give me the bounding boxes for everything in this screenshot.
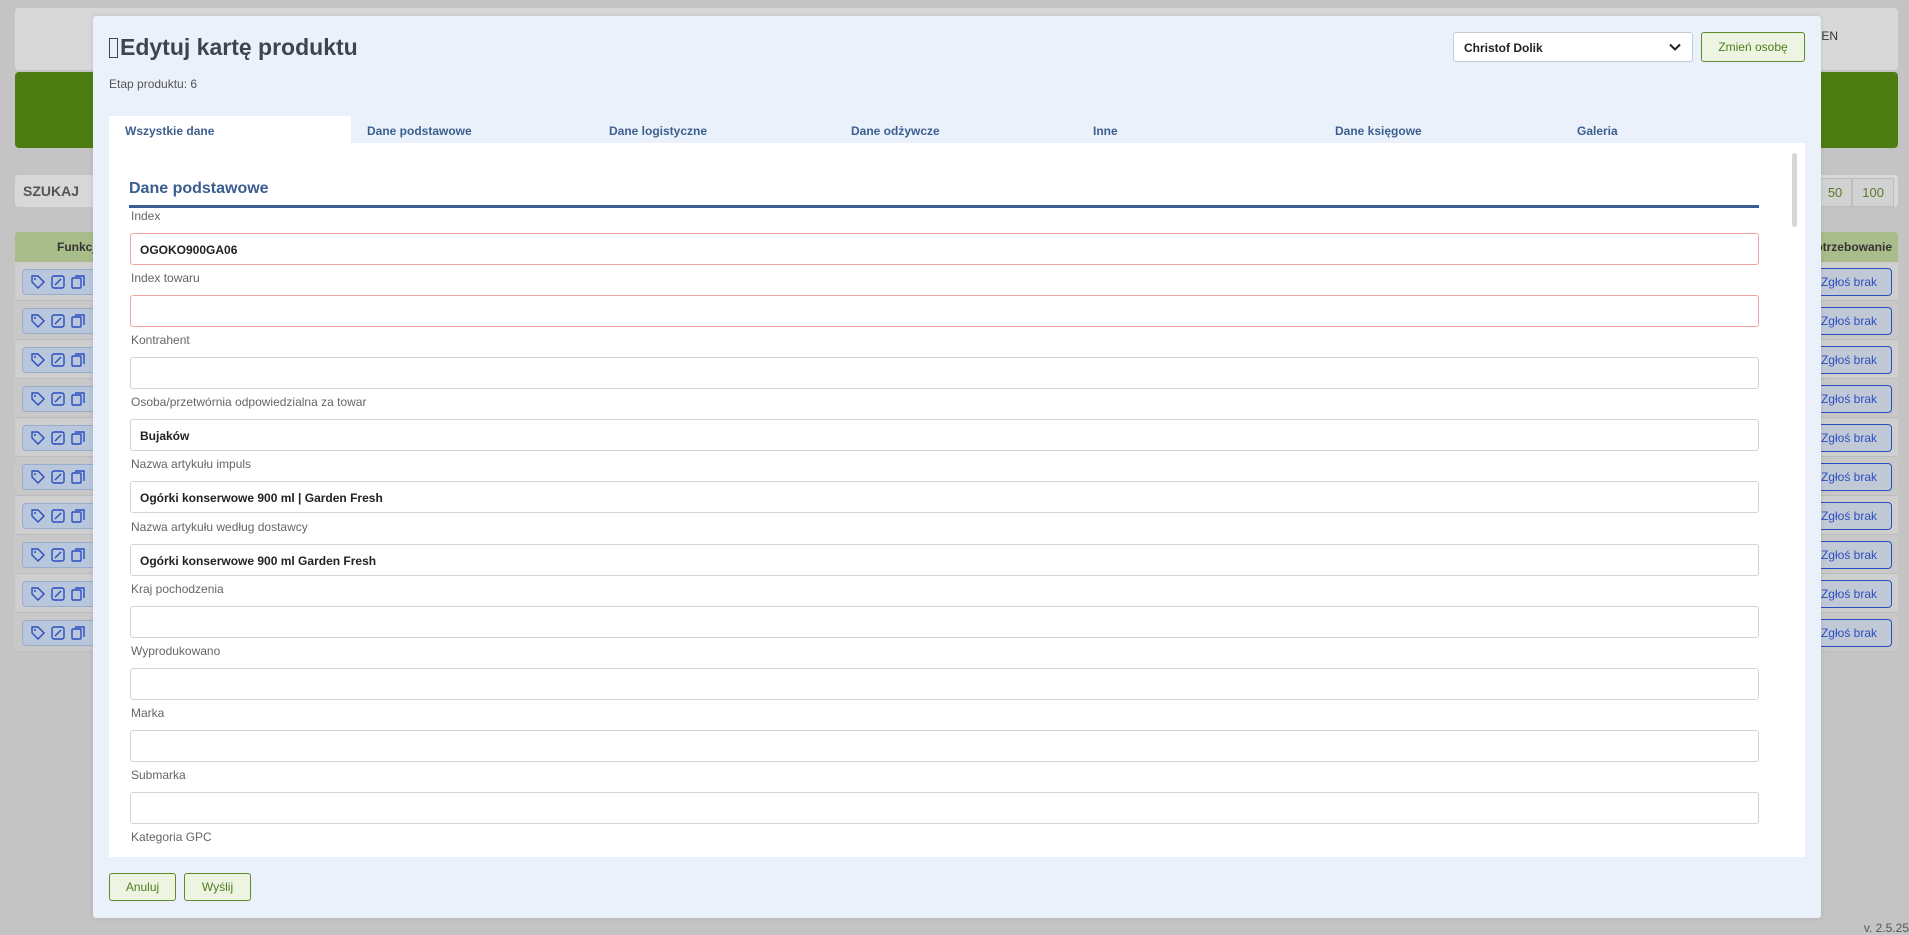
row-actions xyxy=(22,464,102,490)
edit-icon[interactable] xyxy=(51,275,65,289)
tag-icon[interactable] xyxy=(31,314,45,328)
tag-icon[interactable] xyxy=(31,470,45,484)
copy-icon[interactable] xyxy=(71,275,85,289)
field-label: Nazwa artykułu impuls xyxy=(131,457,252,471)
section-divider xyxy=(129,205,1759,208)
field-label: Wyprodukowano xyxy=(131,644,221,658)
scrollbar[interactable] xyxy=(1792,153,1797,227)
tag-icon[interactable] xyxy=(31,353,45,367)
row-actions xyxy=(22,542,102,568)
copy-icon[interactable] xyxy=(71,626,85,640)
row-actions xyxy=(22,386,102,412)
page-size-50[interactable]: 50 xyxy=(1817,178,1853,207)
field-label: Kategoria GPC xyxy=(131,830,212,844)
section-title: Dane podstawowe xyxy=(129,180,269,197)
edit-icon[interactable] xyxy=(51,314,65,328)
field-input[interactable] xyxy=(130,792,1759,824)
field-input[interactable]: Ogórki konserwowe 900 ml | Garden Fresh xyxy=(130,481,1759,513)
tab-other[interactable]: Inne xyxy=(1077,116,1319,143)
row-actions xyxy=(22,308,102,334)
person-select-value: Christof Dolik xyxy=(1464,41,1543,55)
copy-icon[interactable] xyxy=(71,509,85,523)
copy-icon[interactable] xyxy=(71,587,85,601)
tab-accounting-data[interactable]: Dane księgowe xyxy=(1319,116,1561,143)
copy-icon[interactable] xyxy=(71,392,85,406)
tag-icon[interactable] xyxy=(31,548,45,562)
page-size-selector: 50 100 xyxy=(1817,178,1894,207)
modal-title: Edytuj kartę produktu xyxy=(109,34,358,61)
field-input[interactable]: OGOKO900GA06 xyxy=(130,233,1759,265)
tab-logistics-data[interactable]: Dane logistyczne xyxy=(593,116,835,143)
field-label: Index towaru xyxy=(131,271,200,285)
copy-icon[interactable] xyxy=(71,431,85,445)
field-input[interactable] xyxy=(130,668,1759,700)
row-actions xyxy=(22,347,102,373)
edit-icon[interactable] xyxy=(51,392,65,406)
search-label: SZUKAJ xyxy=(23,183,80,199)
field-label: Marka xyxy=(131,706,165,720)
copy-icon[interactable] xyxy=(71,470,85,484)
row-actions xyxy=(22,503,102,529)
tag-icon[interactable] xyxy=(31,431,45,445)
field-label: Nazwa artykułu według dostawcy xyxy=(131,520,308,534)
field-input[interactable] xyxy=(130,730,1759,762)
product-stage: Etap produktu: 6 xyxy=(109,77,198,91)
cancel-button[interactable]: Anuluj xyxy=(109,873,176,901)
edit-icon[interactable] xyxy=(51,626,65,640)
field-label: Kontrahent xyxy=(131,333,190,347)
app-version: v. 2.5.25 xyxy=(1863,921,1909,935)
field-input[interactable]: Ogórki konserwowe 900 ml Garden Fresh xyxy=(130,544,1759,576)
field-input[interactable] xyxy=(130,295,1759,327)
field-input[interactable]: Bujaków xyxy=(130,419,1759,451)
chevron-down-icon xyxy=(1669,43,1681,51)
tab-bar: Wszystkie dane Dane podstawowe Dane logi… xyxy=(109,116,1805,143)
modal-title-text: Edytuj kartę produktu xyxy=(120,34,358,60)
tab-gallery[interactable]: Galeria xyxy=(1561,116,1803,143)
row-actions xyxy=(22,269,102,295)
tab-nutrition-data[interactable]: Dane odżywcze xyxy=(835,116,1077,143)
tab-all-data[interactable]: Wszystkie dane xyxy=(109,116,351,143)
send-button[interactable]: Wyślij xyxy=(184,873,251,901)
field-label: Index xyxy=(131,209,161,223)
tag-icon[interactable] xyxy=(31,275,45,289)
edit-icon[interactable] xyxy=(51,431,65,445)
edit-icon[interactable] xyxy=(51,353,65,367)
column-demand: otrzebowanie xyxy=(1815,240,1892,254)
field-label: Osoba/przetwórnia odpowiedzialna za towa… xyxy=(131,395,367,409)
edit-product-modal: Edytuj kartę produktu Etap produktu: 6 C… xyxy=(93,16,1821,918)
field-input[interactable] xyxy=(130,357,1759,389)
tag-icon[interactable] xyxy=(31,626,45,640)
person-select[interactable]: Christof Dolik xyxy=(1453,32,1693,62)
column-functions: Funkcj xyxy=(57,240,96,254)
edit-icon[interactable] xyxy=(51,548,65,562)
form-content: Dane podstawowe Index OGOKO900GA06 Index t… xyxy=(109,143,1805,857)
copy-icon[interactable] xyxy=(71,314,85,328)
missing-glyph-icon xyxy=(109,37,118,58)
tab-basic-data[interactable]: Dane podstawowe xyxy=(351,116,593,143)
edit-icon[interactable] xyxy=(51,509,65,523)
change-person-button[interactable]: Zmień osobę xyxy=(1701,32,1805,62)
page-size-100[interactable]: 100 xyxy=(1852,178,1894,207)
edit-icon[interactable] xyxy=(51,470,65,484)
tag-icon[interactable] xyxy=(31,509,45,523)
tag-icon[interactable] xyxy=(31,587,45,601)
row-actions xyxy=(22,425,102,451)
field-label: Submarka xyxy=(131,768,186,782)
row-actions xyxy=(22,581,102,607)
copy-icon[interactable] xyxy=(71,548,85,562)
row-actions xyxy=(22,620,102,646)
field-input[interactable] xyxy=(130,606,1759,638)
tag-icon[interactable] xyxy=(31,392,45,406)
copy-icon[interactable] xyxy=(71,353,85,367)
edit-icon[interactable] xyxy=(51,587,65,601)
field-label: Kraj pochodzenia xyxy=(131,582,224,596)
